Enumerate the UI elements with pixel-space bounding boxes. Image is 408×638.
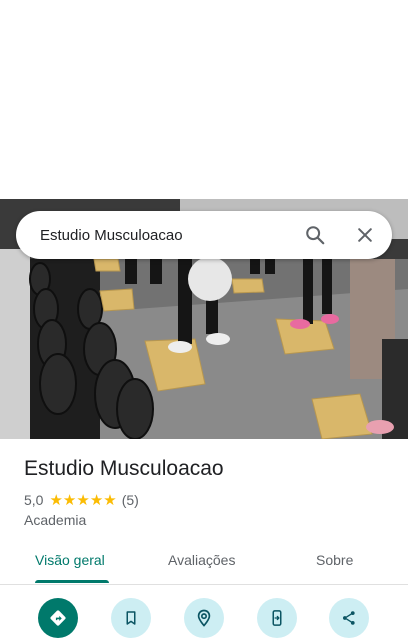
send-to-phone-icon [272,610,282,626]
search-icon[interactable] [303,223,327,247]
star-icon: ★ [62,491,77,509]
map-blank-area [0,0,408,199]
share-button[interactable] [329,598,369,638]
rating-row[interactable]: 5,0 ★ ★ ★ ★ ★ (5) [24,491,139,509]
nearby-button[interactable] [184,598,224,638]
tab-about[interactable]: Sobre [316,552,353,568]
active-tab-indicator [35,580,109,583]
share-icon [343,611,355,625]
rating-value: 5,0 [24,492,44,508]
rating-stars: ★ ★ ★ ★ ★ [49,493,116,508]
search-input[interactable]: Estudio Musculoacao [40,227,303,244]
bookmark-icon [126,611,136,625]
save-button[interactable] [111,598,151,638]
star-icon: ★ [49,491,63,509]
directions-button[interactable] [38,598,78,638]
star-icon: ★ [103,491,117,509]
nearby-icon [197,609,211,627]
tab-overview[interactable]: Visão geral [35,552,105,568]
star-icon: ★ [76,491,90,509]
directions-icon [50,610,66,626]
tab-reviews[interactable]: Avaliações [168,552,235,568]
place-category[interactable]: Academia [24,512,86,528]
review-count[interactable]: (5) [122,492,139,508]
send-to-phone-button[interactable] [257,598,297,638]
place-tabs: Visão geral Avaliações Sobre [0,540,408,585]
place-title: Estudio Musculoacao [24,457,224,480]
star-icon: ★ [89,491,104,509]
action-bar [0,596,408,638]
close-icon[interactable] [353,223,377,247]
search-bar[interactable]: Estudio Musculoacao [16,211,392,259]
